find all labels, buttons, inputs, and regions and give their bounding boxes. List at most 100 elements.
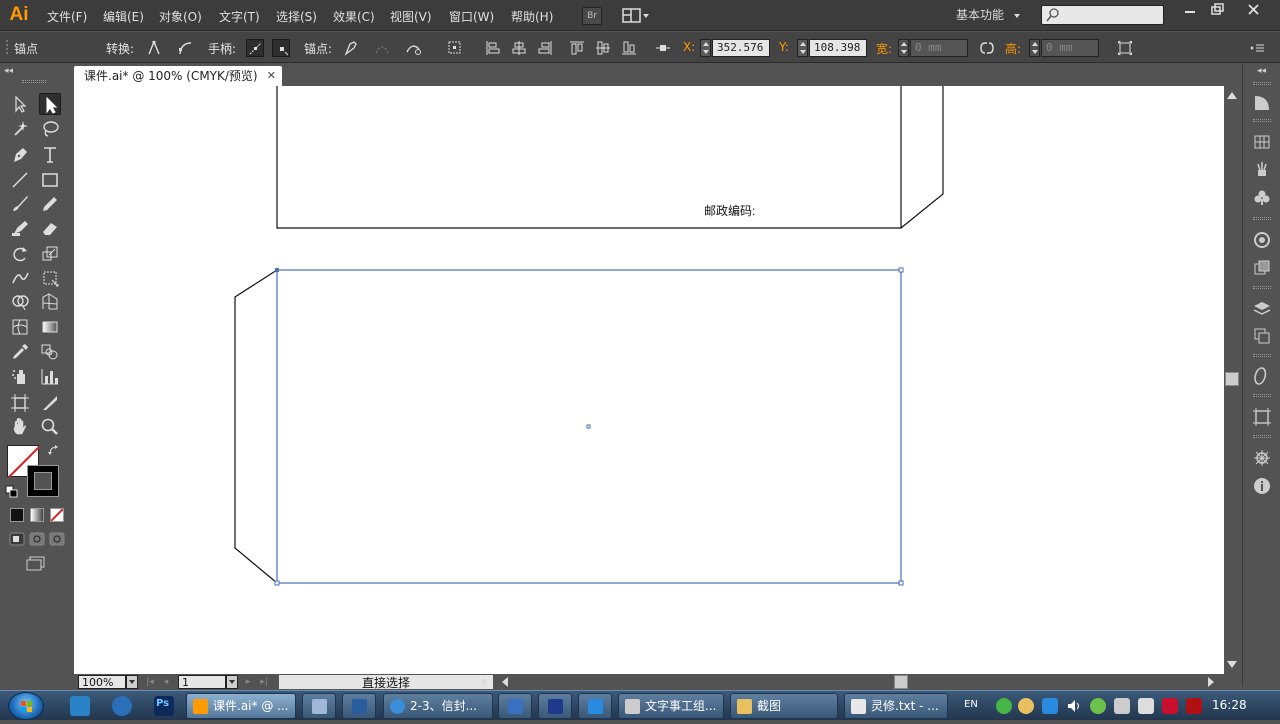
toolbox-grip[interactable] [22,80,46,83]
next-artboard-icon[interactable]: ▸ [242,676,254,688]
lasso-tool[interactable] [39,118,61,140]
artboard-tool[interactable] [9,392,31,414]
eraser-tool[interactable] [39,217,61,239]
remove-anchor-button[interactable] [342,39,360,57]
slice-tool[interactable] [39,392,61,414]
menu-window[interactable]: 窗口(W) [449,8,494,25]
column-graph-tool[interactable] [39,366,61,388]
expand-panels-icon[interactable]: ◂◂ [1257,66,1266,76]
type-tool[interactable] [39,144,61,166]
screen-mode-button[interactable] [24,556,48,572]
gradient-tool[interactable] [39,316,61,338]
menu-file[interactable]: 文件(F) [47,8,87,25]
taskbar-word[interactable]: 文字事工组... [618,693,724,719]
menu-help[interactable]: 帮助(H) [511,8,553,25]
transform-panel-button[interactable] [1252,407,1272,427]
gradient-mode-button[interactable] [30,508,44,522]
paintbrush-tool[interactable] [9,193,31,215]
taskbar-folder[interactable]: 截图 [730,693,838,719]
symbols-panel-button[interactable] [1252,188,1272,208]
artboard-dropdown-button[interactable] [226,675,238,689]
align-middle-button[interactable] [594,39,612,57]
layers-panel-button[interactable] [1252,298,1272,318]
horizontal-scrollbar[interactable] [500,674,1220,690]
isolate-button[interactable] [446,39,472,57]
pencil-tool[interactable] [39,193,61,215]
y-stepper[interactable] [797,39,808,57]
system-clock[interactable]: 16:28 [1212,698,1247,712]
scroll-up-icon[interactable] [1227,92,1237,99]
input-language-indicator[interactable]: EN [964,699,978,710]
quicklaunch-cloud-icon[interactable] [70,696,90,716]
mesh-tool[interactable] [9,316,31,338]
transform-button[interactable] [1116,39,1134,57]
shape-builder-tool[interactable] [9,291,31,313]
scroll-left-icon[interactable] [502,677,508,687]
previous-artboard-icon[interactable]: ◂ [160,676,172,688]
width-stepper[interactable] [898,39,909,57]
convert-to-smooth-button[interactable] [176,39,194,57]
wechat-tray-icon[interactable] [996,698,1012,714]
close-tab-icon[interactable]: ✕ [267,66,276,86]
free-transform-tool[interactable] [39,267,61,289]
restore-button[interactable] [1203,2,1231,18]
draw-normal-button[interactable] [9,532,25,546]
y-field[interactable]: 108.398 r [809,39,867,57]
quicklaunch-photoshop-icon[interactable]: Ps [154,696,174,716]
document-tab[interactable]: 课件.ai* @ 100% (CMYK/预览) ✕ [74,66,282,86]
horizontal-scroll-thumb[interactable] [894,675,908,689]
help-search-input[interactable] [1041,5,1164,25]
hide-handles-button[interactable] [272,39,290,57]
info-panel-button[interactable] [1252,476,1272,496]
taskbar-app-bird[interactable] [498,693,532,719]
color-mode-button[interactable] [10,508,24,522]
x-stepper[interactable] [700,39,711,57]
stroke-swatch[interactable] [27,465,59,497]
align-top-button[interactable] [568,39,586,57]
current-tool-status[interactable]: 直接选择 [278,674,494,690]
menu-object[interactable]: 对象(O) [159,8,202,25]
arrange-documents-button[interactable] [621,6,651,26]
pen-tool[interactable] [9,144,31,166]
taskbar-textfile[interactable]: 灵修.txt - ... [844,693,948,719]
draw-behind-button[interactable] [29,532,45,546]
volume-tray-icon[interactable] [1066,698,1082,714]
acrobat-tray-icon[interactable] [1186,698,1202,714]
none-mode-button[interactable] [50,508,64,522]
default-fill-stroke-icon[interactable] [5,485,19,499]
line-tool[interactable] [9,169,31,191]
artboards-panel-button[interactable] [1252,326,1272,346]
taskbar-photoshop[interactable] [538,693,572,719]
start-button[interactable] [8,692,44,720]
control-bar-menu-button[interactable] [1249,39,1267,57]
gradient-panel-button[interactable] [1252,258,1272,278]
collapse-arrows-icon[interactable]: ◂◂ [4,66,13,76]
pdf-tray-icon[interactable] [1162,698,1178,714]
network-tray-icon[interactable] [1042,698,1058,714]
artboard-number-field[interactable]: 1 [178,675,226,689]
align-left-button[interactable] [484,39,502,57]
menu-effect[interactable]: 效果(C) [333,8,375,25]
convert-to-corner-button[interactable] [145,39,163,57]
navigator-panel-button[interactable] [1252,448,1272,468]
taskbar-shield[interactable] [578,693,612,719]
perspective-grid-tool[interactable] [39,291,61,313]
envelope-front-shape[interactable] [276,86,944,229]
envelope-back-shape[interactable] [234,267,904,586]
taskbar-browser[interactable]: 2-3、信封... [383,693,493,719]
hand-tool[interactable] [9,416,31,438]
eyedropper-tool[interactable] [9,341,31,363]
artboard-canvas[interactable]: 邮政编码: [74,86,1224,674]
character-panel-button[interactable] [1252,366,1272,386]
selection-tool[interactable] [9,93,31,115]
blob-brush-tool[interactable] [9,217,31,239]
scroll-down-icon[interactable] [1227,661,1237,668]
close-button[interactable] [1240,2,1268,18]
workspace-switcher[interactable]: 基本功能 [948,5,1030,25]
quicklaunch-k-icon[interactable] [112,696,132,716]
last-artboard-icon[interactable]: ▸| [258,676,270,688]
taskbar-film[interactable] [342,693,376,719]
device-tray-icon[interactable] [1114,698,1130,714]
scale-tool[interactable] [39,243,61,265]
vertical-scroll-thumb[interactable] [1225,372,1239,386]
